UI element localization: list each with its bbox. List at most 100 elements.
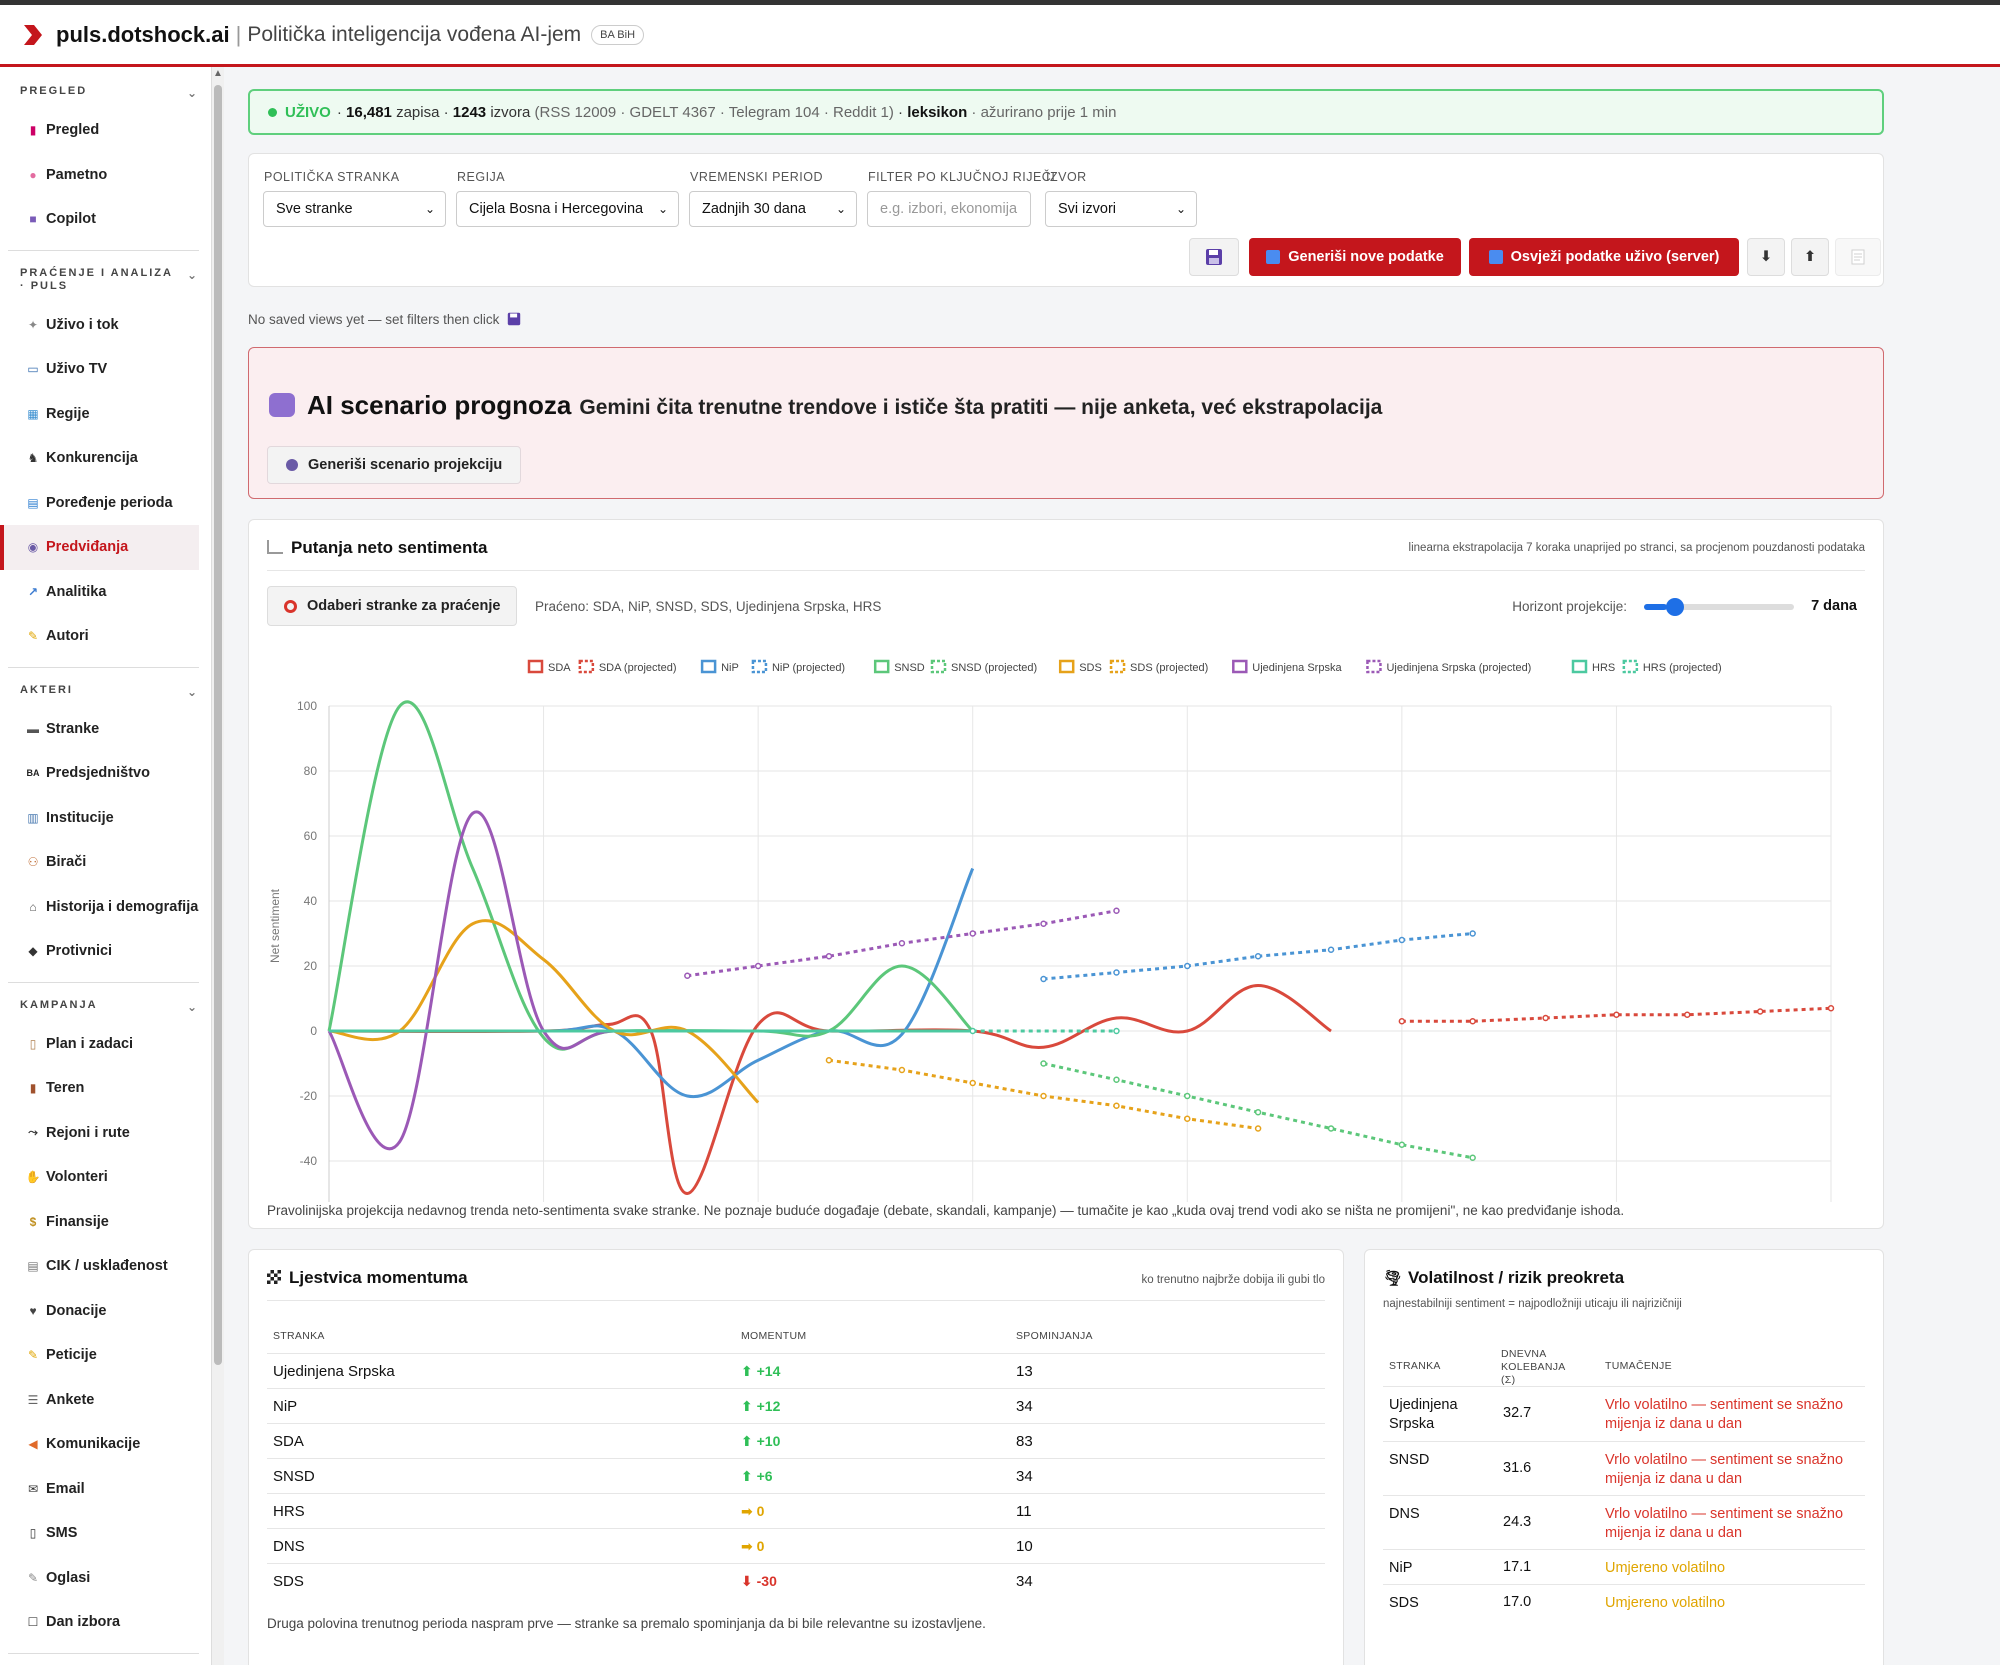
sidebar-item-teren[interactable]: ▮ Teren xyxy=(0,1066,211,1111)
legend-item-snsd[interactable]: SNSD xyxy=(873,659,925,674)
projected-point[interactable] xyxy=(898,940,906,947)
projected-point[interactable] xyxy=(1398,936,1406,944)
sidebar-item-konkurencija[interactable]: ♞ Konkurencija xyxy=(0,436,211,481)
projected-point[interactable] xyxy=(1254,1109,1262,1116)
projected-point[interactable] xyxy=(1184,962,1191,970)
sidebar-item-komunikacije[interactable]: ◀ Komunikacije xyxy=(0,1422,211,1467)
sidebar-item-uzivo-tv[interactable]: ▭ Uživo TV xyxy=(0,347,211,392)
legend-item-hrs[interactable]: HRS xyxy=(1571,659,1615,674)
table-row[interactable]: NiP 17.1 Umjereno volatilno xyxy=(1383,1549,1865,1584)
projected-point[interactable] xyxy=(1040,920,1047,927)
projected-point[interactable] xyxy=(1184,1115,1191,1122)
horizon-slider-thumb[interactable] xyxy=(1666,598,1684,616)
generate-scenario-button[interactable]: Generiši scenario projekciju xyxy=(267,446,522,484)
sidebar-item-ankete[interactable]: ☰ Ankete xyxy=(0,1378,211,1423)
projected-point[interactable] xyxy=(1113,1027,1120,1035)
series-line-sda[interactable] xyxy=(328,983,1332,1196)
projected-point[interactable] xyxy=(969,930,976,937)
sidebar-item-sms[interactable]: ▯ SMS xyxy=(0,1511,211,1556)
projected-point[interactable] xyxy=(1040,1060,1047,1067)
projected-point[interactable] xyxy=(1113,1076,1120,1083)
sidebar-item-copilot[interactable]: ■ Copilot xyxy=(0,197,211,242)
projected-point[interactable] xyxy=(969,1027,976,1035)
keyword-input[interactable]: e.g. izbori, ekonomija xyxy=(867,191,1031,227)
projected-point[interactable] xyxy=(1469,1154,1476,1161)
projected-point[interactable] xyxy=(825,1057,833,1064)
projected-point[interactable] xyxy=(1469,930,1476,937)
sidebar-item-autori[interactable]: ✎ Autori xyxy=(0,614,211,659)
projected-point[interactable] xyxy=(1398,1141,1406,1148)
legend-item-sda[interactable]: SDA xyxy=(527,659,571,674)
legend-item-hrs-projected[interactable]: HRS (projected) xyxy=(1622,659,1722,674)
projected-point[interactable] xyxy=(1254,1125,1262,1132)
nav-section-pracenje-i-analiza-puls[interactable]: PRAĆENJE I ANALIZA · PULS ⌄ xyxy=(0,267,211,293)
sidebar-item-pore-enje-perioda[interactable]: ▤ Poređenje perioda xyxy=(0,481,211,526)
nav-section-kampanja[interactable]: KAMPANJA ⌄ xyxy=(0,999,211,1014)
sidebar-item-finansije[interactable]: $ Finansije xyxy=(0,1200,211,1245)
table-row[interactable]: SDS 17.0 Umjereno volatilno xyxy=(1383,1584,1865,1619)
projected-point[interactable] xyxy=(1542,1014,1549,1022)
projected-point[interactable] xyxy=(1184,1092,1191,1100)
projected-point[interactable] xyxy=(1398,1018,1406,1025)
projected-point[interactable] xyxy=(1613,1011,1620,1018)
sidebar-item-cik-uskla-enost[interactable]: ▤ CIK / usklađenost xyxy=(0,1244,211,1289)
table-row[interactable]: SNSD 31.6 Vrlo volatilno — sentiment se … xyxy=(1383,1441,1865,1495)
legend-item-snsd-projected[interactable]: SNSD (projected) xyxy=(930,659,1037,674)
brand-name[interactable]: puls.dotshock.ai xyxy=(56,22,230,48)
sidebar-item-donacije[interactable]: ♥ Donacije xyxy=(0,1289,211,1334)
legend-item-ujedinjena-srpska[interactable]: Ujedinjena Srpska xyxy=(1232,659,1342,674)
scroll-up-arrow-icon[interactable]: ▲ xyxy=(213,68,223,79)
sidebar-item-email[interactable]: ✉ Email xyxy=(0,1467,211,1512)
sidebar-item-regije[interactable]: ▦ Regije xyxy=(0,392,211,437)
party-select[interactable]: Sve stranke ⌄ xyxy=(263,191,446,227)
projected-point[interactable] xyxy=(1113,969,1120,976)
nav-section-akteri[interactable]: AKTERI ⌄ xyxy=(0,684,211,699)
projected-point[interactable] xyxy=(969,1079,976,1087)
export-document-button[interactable] xyxy=(1835,238,1881,276)
sidebar-item-volonteri[interactable]: ✋ Volonteri xyxy=(0,1155,211,1200)
generate-data-button[interactable]: Generiši nove podatke xyxy=(1249,238,1461,276)
sidebar-item-uzivo-i-tok[interactable]: ✦ Uživo i tok xyxy=(0,303,211,348)
table-row[interactable]: NiP ⬆ +12 34 xyxy=(267,1388,1325,1423)
sidebar-item-analitika[interactable]: ↗ Analitika xyxy=(0,570,211,615)
projected-point[interactable] xyxy=(1683,1011,1691,1018)
sidebar-item-pregled[interactable]: ▮ Pregled xyxy=(0,108,211,153)
projected-point[interactable] xyxy=(1756,1008,1764,1015)
pick-parties-button[interactable]: Odaberi stranke za praćenje xyxy=(267,586,518,626)
sidebar-item-predvi-anja[interactable]: ◉ Predviđanja xyxy=(0,525,199,570)
table-row[interactable]: HRS ➡ 0 11 xyxy=(267,1493,1325,1528)
projected-point[interactable] xyxy=(1469,1018,1476,1025)
legend-item-sda-projected[interactable]: SDA (projected) xyxy=(578,659,677,674)
sidebar-item-protivnici[interactable]: ◆ Protivnici xyxy=(0,929,211,974)
table-row[interactable]: Ujedinjena Srpska 32.7 Vrlo volatilno — … xyxy=(1383,1386,1865,1441)
sidebar-item-pametno[interactable]: ● Pametno xyxy=(0,153,211,198)
legend-item-sds[interactable]: SDS xyxy=(1058,659,1102,674)
legend-item-nip-projected[interactable]: NiP (projected) xyxy=(751,659,845,674)
sidebar-item-oglasi[interactable]: ✎ Oglasi xyxy=(0,1556,211,1601)
sidebar-scrollbar-thumb[interactable] xyxy=(214,85,222,1365)
upload-button[interactable]: ⬆ xyxy=(1791,238,1829,276)
save-view-button[interactable] xyxy=(1189,238,1239,276)
projected-point[interactable] xyxy=(1254,953,1262,960)
sidebar-item-peticije[interactable]: ✎ Peticije xyxy=(0,1333,211,1378)
source-select[interactable]: Svi izvori ⌄ xyxy=(1045,191,1197,227)
projected-point[interactable] xyxy=(898,1066,906,1074)
legend-item-sds-projected[interactable]: SDS (projected) xyxy=(1109,659,1208,674)
legend-item-ujedinjena-srpska-projected[interactable]: Ujedinjena Srpska (projected) xyxy=(1366,659,1531,674)
region-select[interactable]: Cijela Bosna i Hercegovina ⌄ xyxy=(456,191,679,227)
sidebar-item-biraci[interactable]: ⚇ Birači xyxy=(0,840,211,885)
sidebar-item-stranke[interactable]: ▬ Stranke xyxy=(0,707,211,752)
refresh-live-button[interactable]: Osvježi podatke uživo (server) xyxy=(1469,238,1739,276)
projected-point[interactable] xyxy=(1827,1005,1835,1012)
sidebar-item-dan-izbora[interactable]: ☐ Dan izbora xyxy=(0,1600,211,1645)
period-select[interactable]: Zadnjih 30 dana ⌄ xyxy=(689,191,857,227)
projected-point[interactable] xyxy=(1113,907,1120,914)
table-row[interactable]: SDS ⬇ -30 34 xyxy=(267,1563,1325,1598)
sidebar-item-plan-i-zadaci[interactable]: ▯ Plan i zadaci xyxy=(0,1022,211,1067)
sidebar-item-institucije[interactable]: ▥ Institucije xyxy=(0,796,211,841)
sidebar-item-historija-i-demografija[interactable]: ⌂ Historija i demografija xyxy=(0,885,211,930)
projected-point[interactable] xyxy=(1113,1102,1120,1109)
projected-point[interactable] xyxy=(684,972,691,979)
projected-point[interactable] xyxy=(1040,975,1047,983)
sidebar-item-rejoni-i-rute[interactable]: ⤳ Rejoni i rute xyxy=(0,1111,211,1156)
